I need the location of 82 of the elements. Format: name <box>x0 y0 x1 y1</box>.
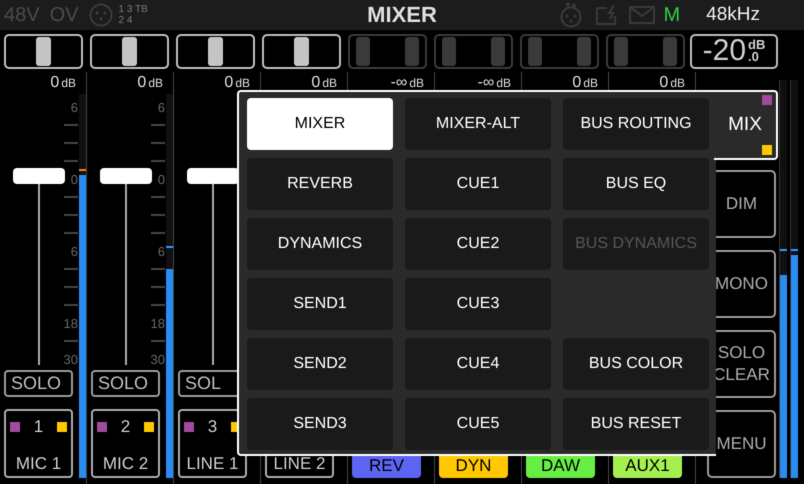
scale-label: 18 <box>64 316 78 330</box>
fader-handle[interactable] <box>13 168 65 184</box>
scale-label: 6 <box>70 100 78 114</box>
menu-item[interactable]: CUE1 <box>405 158 551 210</box>
gain-value: 0 <box>50 74 60 92</box>
card-icon <box>595 4 618 26</box>
menu-item[interactable]: SEND2 <box>247 338 393 390</box>
scale-label: 6 <box>158 100 165 114</box>
menu-item[interactable]: CUE3 <box>405 278 551 330</box>
gain-unit: dB <box>409 76 424 90</box>
channel-name: DAW <box>540 456 580 476</box>
gain-unit: dB <box>496 76 511 90</box>
scale-label: 6 <box>70 244 78 258</box>
gain-value: 0 <box>572 74 582 92</box>
indicator-square <box>57 422 67 432</box>
gain-value: 0 <box>659 74 668 92</box>
menu-item[interactable]: CUE4 <box>405 338 551 390</box>
channel-name: LINE 1 <box>186 454 238 474</box>
gain-unit: dB <box>670 76 685 90</box>
indicator-square <box>184 422 194 432</box>
indicator-square <box>10 422 20 432</box>
mix-tab[interactable]: MIX <box>714 90 778 160</box>
menu-item[interactable]: SEND3 <box>247 398 393 450</box>
channel-number: 3 <box>208 417 218 437</box>
pan-control[interactable] <box>4 34 83 68</box>
scale-label: 0 <box>158 172 165 186</box>
gain-value: -∞ <box>390 74 408 92</box>
menu-item[interactable]: REVERB <box>247 158 393 210</box>
channel-number: 1 <box>34 417 44 437</box>
gain-unit: dB <box>61 76 76 90</box>
gain-value: 0 <box>224 74 234 92</box>
screen-title: MIXER <box>367 2 437 28</box>
scale-label: 6 <box>158 244 165 258</box>
input-numbers: 2 4 <box>118 15 134 26</box>
gain-value: -∞ <box>478 74 494 92</box>
input-numbers: 1 3 TB <box>118 4 148 15</box>
gain-value: 0 <box>137 74 146 92</box>
indicator-square <box>97 422 107 432</box>
indicator-square <box>144 422 154 432</box>
mode-indicator: M <box>663 4 680 26</box>
menu-item[interactable]: BUS RESET <box>563 398 709 450</box>
scale-label: 30 <box>150 352 165 366</box>
menu-item[interactable]: SEND1 <box>247 278 393 330</box>
menu-item[interactable]: CUE2 <box>405 218 551 270</box>
solo-button[interactable]: SOLO <box>91 370 160 397</box>
pan-control[interactable] <box>262 34 341 68</box>
pan-control[interactable] <box>90 34 169 68</box>
channel-name: AUX1 <box>625 456 670 476</box>
gain-unit: dB <box>235 76 250 90</box>
dial-icon <box>559 2 584 28</box>
channel-tag[interactable]: 1 MIC 1 <box>4 409 73 478</box>
connector-icon <box>88 3 112 27</box>
channel-number: 2 <box>120 417 130 437</box>
gain-value: 0 <box>311 74 320 92</box>
function-button[interactable]: MENU <box>707 410 776 478</box>
channel-name: REV <box>369 456 404 476</box>
menu-item[interactable]: MIXER-ALT <box>405 98 551 150</box>
gain-unit: dB <box>148 76 163 90</box>
scale-label: 0 <box>70 172 78 186</box>
menu-item[interactable]: BUS EQ <box>563 158 709 210</box>
scale-label: 18 <box>150 316 165 330</box>
menu-item[interactable]: BUS ROUTING <box>563 98 709 150</box>
indicator-square <box>762 145 772 155</box>
fader-handle[interactable] <box>187 168 239 184</box>
sample-rate: 48kHz <box>706 4 760 26</box>
pan-control[interactable] <box>176 34 255 68</box>
scale-label: 30 <box>64 352 78 366</box>
indicator-square <box>762 95 772 105</box>
channel-name: LINE 2 <box>274 454 326 474</box>
menu-item[interactable]: DYNAMICS <box>247 218 393 270</box>
menu-item[interactable]: BUS COLOR <box>563 338 709 390</box>
channel-name: MIC 1 <box>16 454 62 474</box>
gain-unit: dB <box>322 76 337 90</box>
fader-handle[interactable] <box>100 168 152 184</box>
channel-tag[interactable]: 2 MIC 2 <box>91 409 160 478</box>
gain-unit: dB <box>583 76 598 90</box>
menu-item[interactable]: MIXER <box>247 98 393 150</box>
channel-name: MIC 2 <box>102 454 148 474</box>
envelope-icon <box>629 6 656 24</box>
menu-item[interactable]: CUE5 <box>405 398 551 450</box>
channel-name: DYN <box>456 456 492 476</box>
solo-button[interactable]: SOLO <box>4 370 73 397</box>
